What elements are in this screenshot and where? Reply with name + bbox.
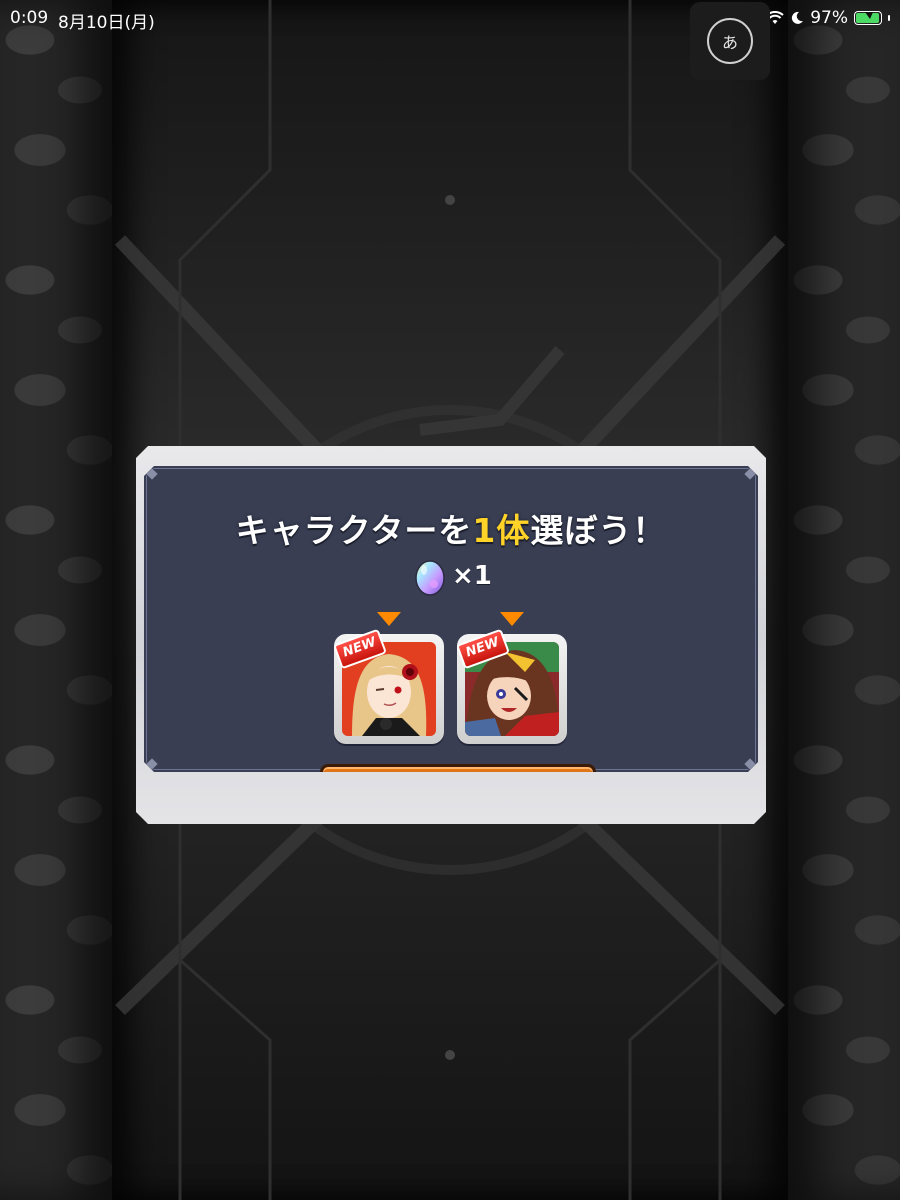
title-suffix: 選ぼう！: [530, 511, 667, 550]
battery-icon: [854, 11, 882, 25]
selection-arrow-icon: [500, 612, 524, 626]
keyboard-toggle-button[interactable]: あ: [690, 2, 770, 80]
battery-percent: 97%: [810, 8, 848, 28]
dialog-title: キャラクターを1体選ぼう！: [144, 504, 758, 552]
confirm-character-button[interactable]: このキャラにする: [320, 764, 596, 813]
title-highlight: 1体: [472, 511, 531, 550]
character-select-dialog: キャラクターを1体選ぼう！ ×1 NEW NEW このキャラにする: [136, 446, 766, 824]
title-prefix: キャラクターを: [235, 511, 473, 550]
selection-arrow-icon: [377, 612, 401, 626]
egg-icon: [415, 560, 445, 596]
status-indicators: 97%: [766, 8, 890, 28]
confirm-button-label: このキャラにする: [357, 784, 559, 813]
moon-icon: [792, 11, 804, 24]
character-card-2[interactable]: NEW: [456, 628, 567, 744]
status-date: 8月10日(月): [58, 13, 155, 33]
battery-fill: [856, 12, 880, 23]
egg-cost: ×1: [414, 556, 492, 596]
battery-nub: [888, 15, 890, 21]
keyboard-toggle-label: あ: [707, 18, 753, 64]
character-card-1[interactable]: NEW: [333, 628, 444, 744]
status-time: 0:09: [10, 8, 49, 28]
dialog-panel: キャラクターを1体選ぼう！ ×1 NEW NEW このキャラにする: [144, 466, 758, 772]
egg-count: ×1: [452, 561, 492, 591]
